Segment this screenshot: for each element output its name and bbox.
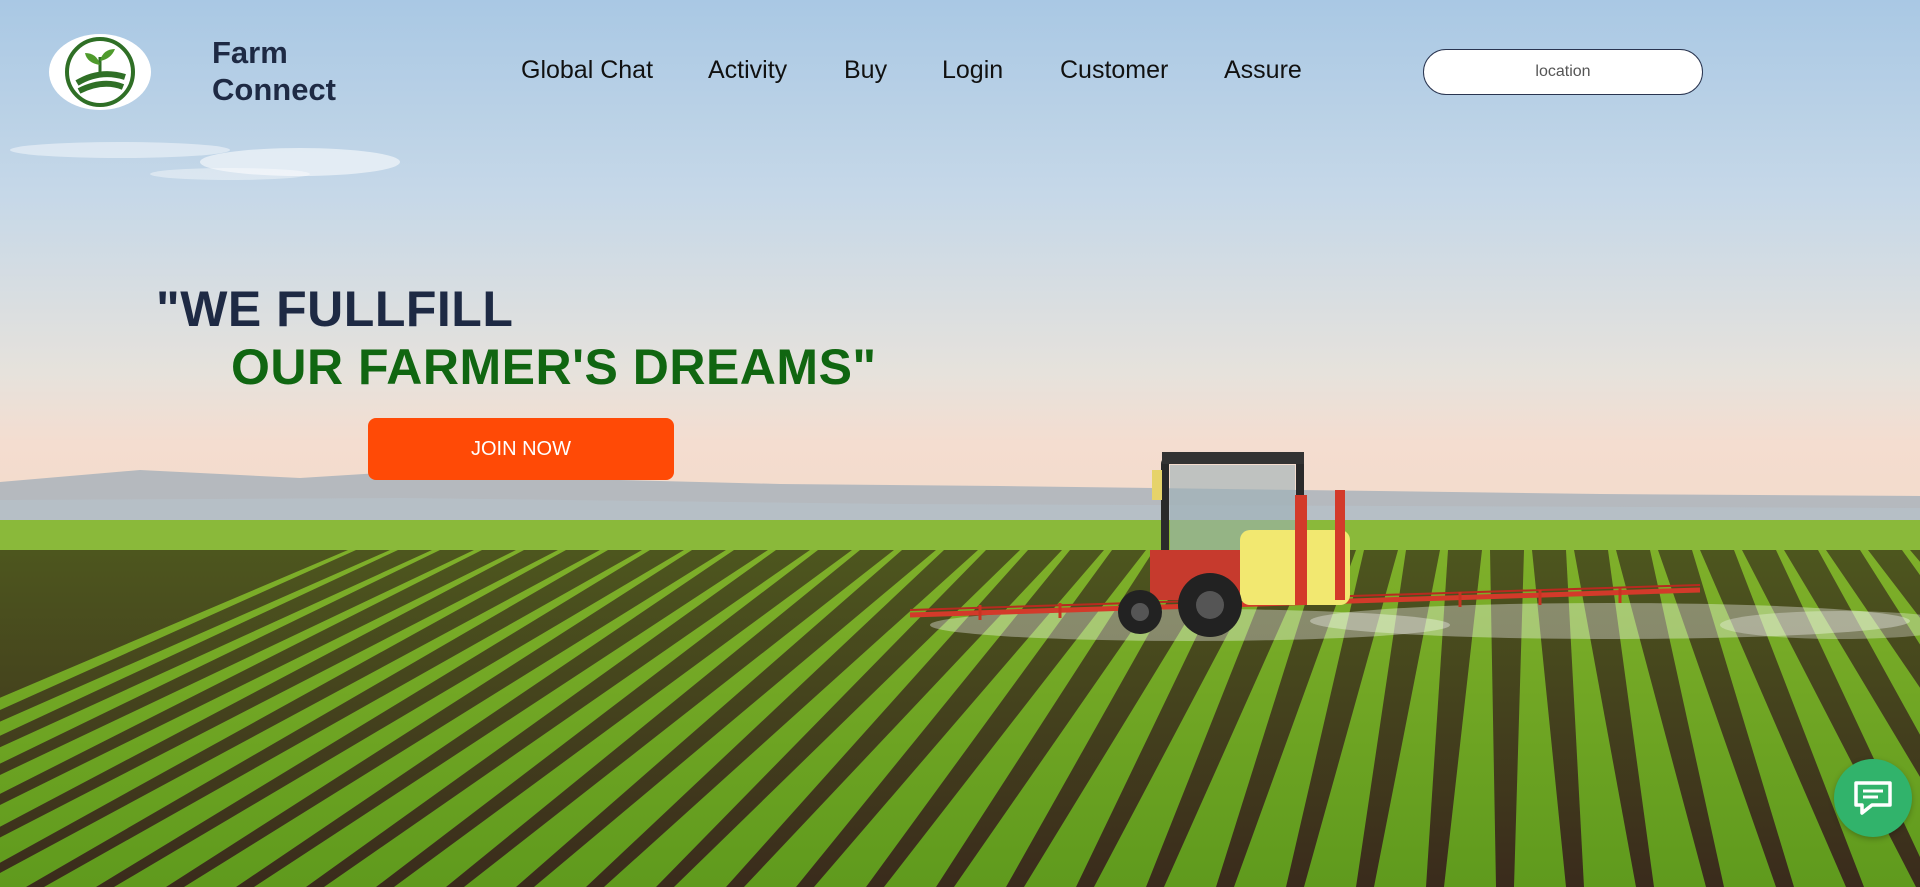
nav-activity[interactable]: Activity (708, 56, 787, 85)
hero-section (0, 0, 1920, 887)
nav-buy[interactable]: Buy (844, 56, 887, 85)
nav-assure[interactable]: Assure (1224, 56, 1302, 85)
join-now-button[interactable]: JOIN NOW (368, 418, 674, 480)
hero-headline-line-2: OUR FARMER'S DREAMS" (231, 339, 877, 395)
nav-global-chat[interactable]: Global Chat (521, 56, 653, 85)
tractor (909, 452, 1700, 637)
brand-line-1: Farm (212, 35, 288, 70)
cloud (10, 142, 400, 180)
chat-button[interactable] (1834, 759, 1912, 837)
brand-name: Farm Connect (212, 34, 336, 108)
farm-connect-logo[interactable] (49, 34, 151, 110)
nav-login[interactable]: Login (942, 56, 1003, 85)
hero-headline-line-1: "WE FULLFILL (156, 281, 514, 337)
chat-bubble-icon (1854, 781, 1892, 815)
brand-line-2: Connect (212, 72, 336, 107)
leaf-field-logo-icon (65, 37, 135, 107)
location-search-input[interactable] (1423, 49, 1703, 95)
nav-customer[interactable]: Customer (1060, 56, 1168, 85)
